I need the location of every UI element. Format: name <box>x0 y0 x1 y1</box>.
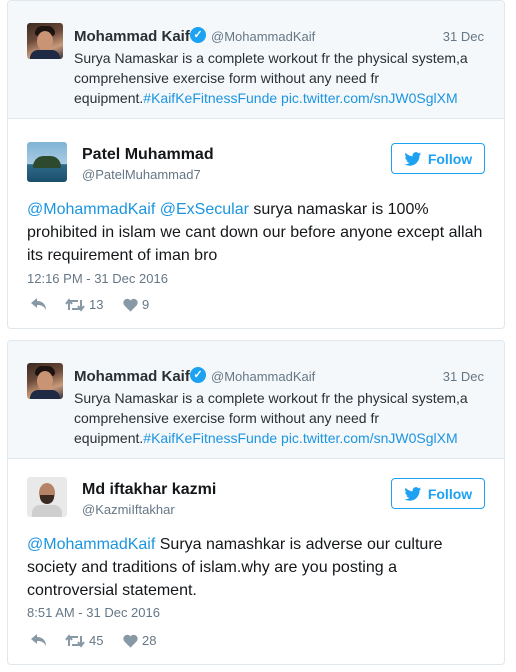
retweet-button[interactable]: 45 <box>65 633 103 648</box>
verified-badge-icon: ✓ <box>190 27 206 43</box>
heart-icon <box>123 634 138 648</box>
quoted-date[interactable]: 31 Dec <box>443 29 484 44</box>
quoted-text: Surya Namaskar is a complete workout fr … <box>74 48 494 108</box>
pic-link[interactable]: pic.twitter.com/snJW0SglXM <box>281 90 458 106</box>
like-count: 28 <box>142 633 157 648</box>
follow-label: Follow <box>427 485 473 502</box>
retweet-button[interactable]: 13 <box>65 297 103 312</box>
quoted-text: Surya Namaskar is a complete workout fr … <box>74 388 494 448</box>
reply-text: @MohammadKaif @ExSecular surya namaskar … <box>27 198 487 267</box>
quoted-author-name[interactable]: Mohammad Kaif <box>74 368 190 385</box>
quoted-author-name[interactable]: Mohammad Kaif <box>74 28 190 45</box>
pic-link[interactable]: pic.twitter.com/snJW0SglXM <box>281 430 458 446</box>
heart-icon <box>123 298 138 312</box>
quoted-author-handle[interactable]: @MohammadKaif <box>211 369 315 384</box>
avatar[interactable] <box>27 23 63 59</box>
mention-link[interactable]: @MohammadKaif <box>27 201 155 218</box>
retweet-count: 13 <box>89 297 104 312</box>
avatar[interactable] <box>27 477 67 517</box>
quoted-date[interactable]: 31 Dec <box>443 369 484 384</box>
hashtag-link[interactable]: #KaifKeFitnessFunde <box>143 430 277 446</box>
like-button[interactable]: 28 <box>123 633 156 648</box>
reply-icon <box>31 298 46 310</box>
quoted-author-handle[interactable]: @MohammadKaif <box>211 29 315 44</box>
tweet-card: Mohammad Kaif ✓ @MohammadKaif 31 Dec Sur… <box>7 0 505 329</box>
reply-button[interactable] <box>31 297 47 311</box>
quoted-tweet[interactable]: Mohammad Kaif ✓ @MohammadKaif 31 Dec Sur… <box>8 341 504 459</box>
reply-author-handle[interactable]: @KazmiIftakhar <box>82 502 175 517</box>
reply-icon <box>31 634 46 646</box>
reply-button[interactable] <box>31 633 47 647</box>
avatar[interactable] <box>27 363 63 399</box>
follow-button[interactable]: Follow <box>391 143 485 174</box>
avatar[interactable] <box>27 142 67 182</box>
quoted-tweet[interactable]: Mohammad Kaif ✓ @MohammadKaif 31 Dec Sur… <box>8 1 504 119</box>
retweet-icon <box>65 297 85 312</box>
follow-label: Follow <box>427 150 473 167</box>
tweet-card: Mohammad Kaif ✓ @MohammadKaif 31 Dec Sur… <box>7 340 505 665</box>
reply-author-name[interactable]: Patel Muhammad <box>82 146 214 164</box>
reply-author-name[interactable]: Md iftakhar kazmi <box>82 481 216 499</box>
like-count: 9 <box>142 297 150 312</box>
retweet-icon <box>65 633 85 648</box>
like-button[interactable]: 9 <box>123 297 149 312</box>
timestamp[interactable]: 8:51 AM - 31 Dec 2016 <box>27 605 160 620</box>
twitter-bird-icon <box>404 151 421 166</box>
follow-button[interactable]: Follow <box>391 478 485 509</box>
reply-text: @MohammadKaif Surya namashkar is adverse… <box>27 533 487 602</box>
hashtag-link[interactable]: #KaifKeFitnessFunde <box>143 90 277 106</box>
reply-author-handle[interactable]: @PatelMuhammad7 <box>82 167 201 182</box>
timestamp[interactable]: 12:16 PM - 31 Dec 2016 <box>27 271 168 286</box>
verified-badge-icon: ✓ <box>190 367 206 383</box>
retweet-count: 45 <box>89 633 104 648</box>
mention-link[interactable]: @ExSecular <box>160 201 249 218</box>
twitter-bird-icon <box>404 486 421 501</box>
mention-link[interactable]: @MohammadKaif <box>27 536 155 553</box>
